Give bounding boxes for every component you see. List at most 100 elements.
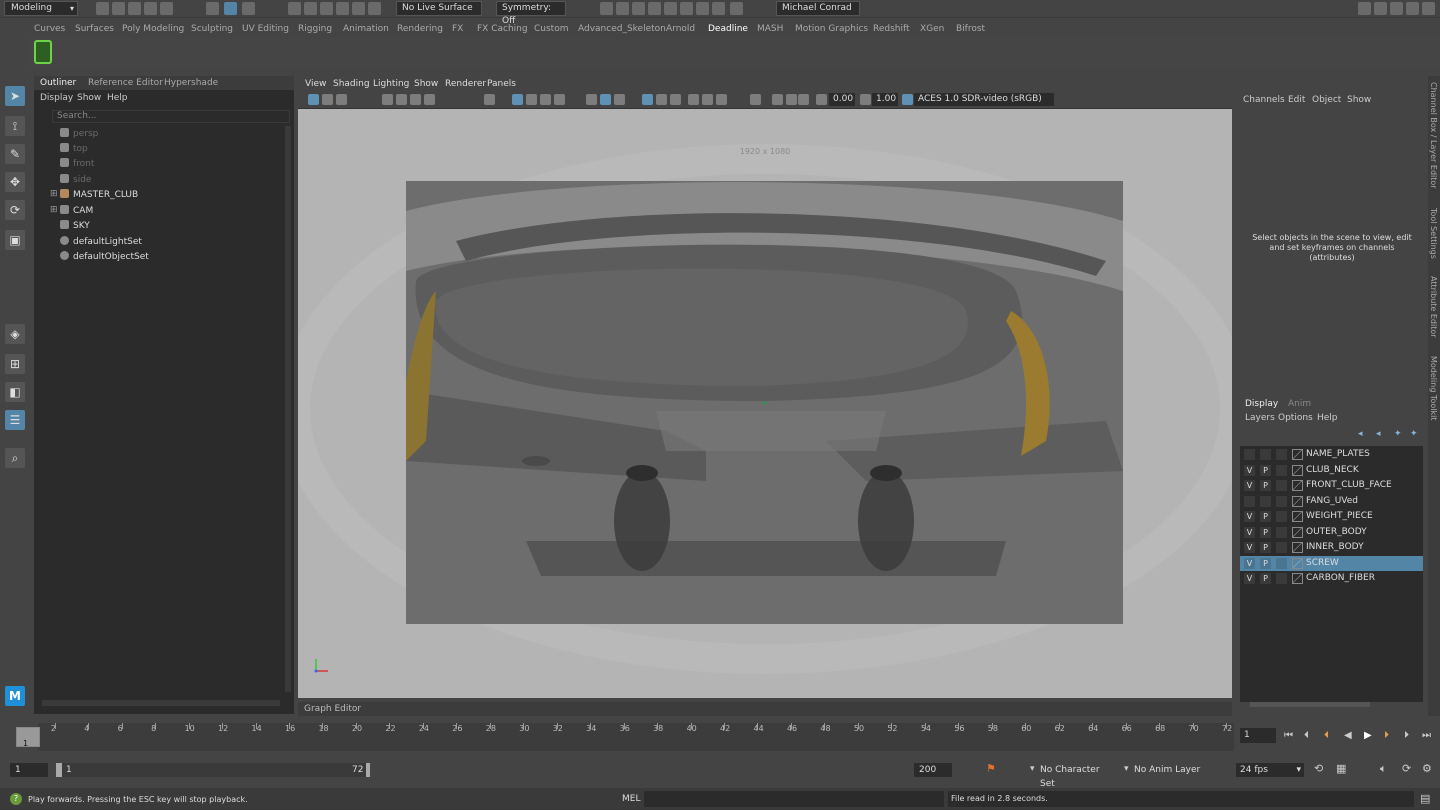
loop-icon[interactable]: ⟲	[1314, 762, 1323, 775]
move-layer-up-icon[interactable]: ◂	[1358, 429, 1363, 439]
color-space-dropdown[interactable]: ACES 1.0 SDR-video (sRGB)	[914, 93, 1054, 106]
menu-help[interactable]: Help	[107, 93, 128, 103]
snap-curve-icon[interactable]	[304, 2, 317, 15]
outliner-item-default-light-set[interactable]: defaultLightSet	[60, 236, 142, 250]
exposure-icon[interactable]	[816, 94, 827, 105]
exposure-field[interactable]: 0.00	[829, 93, 855, 106]
wireframe-icon[interactable]	[586, 94, 597, 105]
grease-pencil-icon[interactable]	[410, 94, 421, 105]
layer-row-selected[interactable]: V P SCREW	[1240, 556, 1423, 571]
camera-attributes-icon[interactable]	[322, 94, 333, 105]
gate-mask-icon[interactable]	[526, 94, 537, 105]
layer-color-swatch[interactable]	[1292, 558, 1303, 569]
lasso-tool-icon[interactable]: ⟟	[5, 116, 25, 136]
menu-show[interactable]: Show	[1347, 95, 1371, 105]
menu-show[interactable]: Show	[77, 93, 101, 103]
layer-row[interactable]: V P CARBON_FIBER	[1240, 571, 1423, 586]
menu-edit[interactable]: Edit	[1288, 95, 1305, 105]
playback-toggle[interactable]: P	[1260, 542, 1271, 553]
anti-alias-icon[interactable]	[716, 94, 727, 105]
ipr-render-icon[interactable]	[632, 2, 645, 15]
range-end-handle[interactable]	[366, 763, 370, 777]
playback-toggle[interactable]: P	[1260, 573, 1271, 584]
shelf-tab-motion-graphics[interactable]: Motion Graphics	[795, 24, 868, 34]
layer-row[interactable]: V P FRONT_CLUB_FACE	[1240, 478, 1423, 493]
hypershade-icon[interactable]	[664, 2, 677, 15]
visibility-toggle[interactable]: V	[1244, 558, 1255, 569]
range-start-handle[interactable]	[56, 763, 62, 777]
gamma-icon[interactable]	[860, 94, 871, 105]
toggle-attr-icon[interactable]	[1422, 2, 1435, 15]
use-lights-icon[interactable]	[656, 94, 667, 105]
display-type-toggle[interactable]	[1276, 480, 1287, 491]
toggle-panel-icon[interactable]	[1390, 2, 1403, 15]
tab-hypershade[interactable]: Hypershade	[164, 78, 218, 88]
menuset-dropdown[interactable]: Modeling ▾	[4, 1, 78, 16]
tab-outliner[interactable]: Outliner	[40, 78, 76, 88]
menu-show[interactable]: Show	[414, 79, 438, 89]
select-component-icon[interactable]	[242, 2, 255, 15]
ambient-occlusion-icon[interactable]	[688, 94, 699, 105]
playback-toggle[interactable]: P	[1260, 511, 1271, 522]
display-type-toggle[interactable]	[1276, 465, 1287, 476]
step-forward-key-icon[interactable]: ⏵	[1384, 730, 1389, 741]
symmetry-dropdown[interactable]: Symmetry: Off	[496, 1, 566, 26]
side-tab-channel-box[interactable]: Channel Box / Layer Editor	[1429, 82, 1438, 189]
visibility-toggle[interactable]: V	[1244, 573, 1255, 584]
playback-toggle[interactable]	[1260, 449, 1271, 460]
image-plane-icon[interactable]	[382, 94, 393, 105]
step-back-frame-icon[interactable]: ⏴	[1304, 730, 1309, 741]
menu-panels[interactable]: Panels	[487, 79, 516, 89]
backface-icon[interactable]	[798, 94, 809, 105]
outliner-item-side[interactable]: side	[60, 174, 91, 188]
arnold-render-icon[interactable]	[680, 2, 693, 15]
open-scene-icon[interactable]	[112, 2, 125, 15]
outliner-layout-icon[interactable]: ☰	[5, 410, 25, 430]
play-forwards-icon[interactable]: ▶	[1364, 730, 1372, 741]
graph-editor-tab[interactable]: Graph Editor	[304, 704, 361, 714]
layer-row[interactable]: NAME_PLATES	[1240, 447, 1423, 462]
cache-playback-icon[interactable]: ▦	[1336, 762, 1346, 775]
step-back-key-icon[interactable]: ⏴	[1324, 730, 1329, 741]
layer-color-swatch[interactable]	[1292, 465, 1303, 476]
outliner-scrollbar[interactable]	[285, 126, 291, 692]
default-material-icon[interactable]	[614, 94, 625, 105]
redo-icon[interactable]	[160, 2, 173, 15]
shelf-tab-xgen[interactable]: XGen	[920, 24, 944, 34]
shelf-tab-rigging[interactable]: Rigging	[298, 24, 332, 34]
menu-channels[interactable]: Channels	[1243, 95, 1285, 105]
snap-plane-icon[interactable]	[336, 2, 349, 15]
bookmark-icon[interactable]	[336, 94, 347, 105]
safe-action-icon[interactable]	[554, 94, 565, 105]
menu-view[interactable]: View	[305, 79, 326, 89]
rs-ipr-icon[interactable]	[712, 2, 725, 15]
shelf-tab-surfaces[interactable]: Surfaces	[75, 24, 114, 34]
select-hierarchy-icon[interactable]	[206, 2, 219, 15]
expand-icon[interactable]: ⊞	[50, 189, 58, 199]
expand-icon[interactable]: ⊞	[50, 205, 58, 215]
time-ruler[interactable]: 1 2 4 6 8 10 12 14 16 18 20 22 24 26 28 30 32 34 36 38 40 42…	[16, 723, 1234, 751]
shelf-tab-sculpting[interactable]: Sculpting	[191, 24, 233, 34]
key-settings-icon[interactable]: ⚙	[1422, 762, 1432, 775]
motion-blur-icon[interactable]	[702, 94, 713, 105]
shelf-tab-arnold[interactable]: Arnold	[666, 24, 695, 34]
move-layer-down-icon[interactable]: ◂	[1376, 429, 1381, 439]
shelf-tab-bifrost[interactable]: Bifrost	[956, 24, 985, 34]
menu-display[interactable]: Display	[40, 93, 73, 103]
layer-color-swatch[interactable]	[1292, 542, 1303, 553]
command-line-input[interactable]	[644, 791, 944, 807]
tab-anim-layers[interactable]: Anim	[1288, 399, 1311, 409]
outliner-item-top[interactable]: top	[60, 143, 88, 157]
user-account-dropdown[interactable]: Michael Conrad	[776, 1, 860, 16]
tab-reference-editor[interactable]: Reference Editor	[88, 78, 163, 88]
display-type-toggle[interactable]	[1276, 449, 1287, 460]
playback-toggle[interactable]: P	[1260, 527, 1271, 538]
render-icon[interactable]	[616, 2, 629, 15]
shelf-tab-poly-modeling[interactable]: Poly Modeling	[122, 24, 184, 34]
deadline-submit-icon[interactable]	[34, 40, 52, 64]
single-perspective-icon[interactable]: ◈	[5, 324, 25, 344]
four-view-icon[interactable]: ⊞	[5, 354, 25, 374]
resolution-gate-icon[interactable]	[512, 94, 523, 105]
auto-key-icon[interactable]: ⚑	[986, 762, 996, 775]
isolate-select-icon[interactable]	[750, 94, 761, 105]
